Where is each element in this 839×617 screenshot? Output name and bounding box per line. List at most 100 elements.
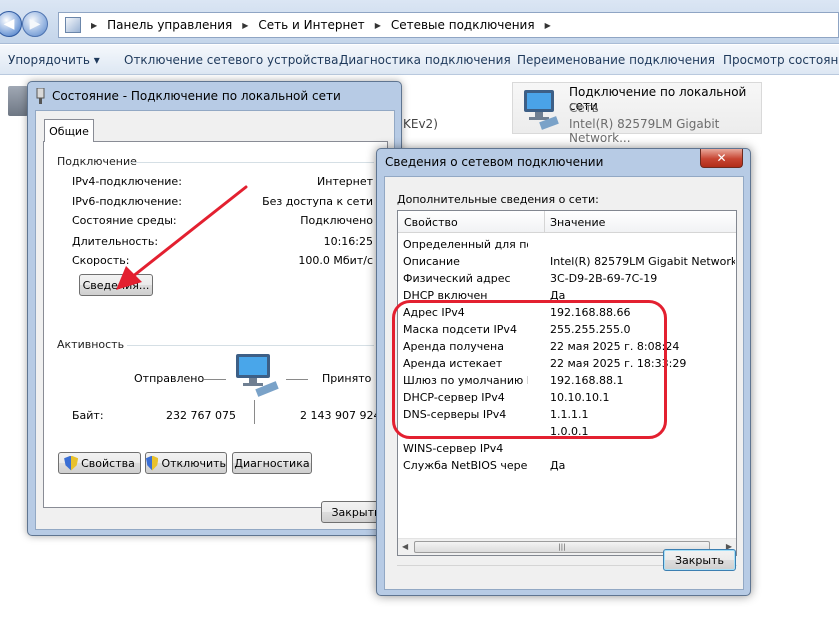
list-row[interactable]: Определенный для по... — [398, 236, 736, 253]
speed-value: 100.0 Мбит/с — [298, 254, 373, 267]
row-property: DHCP включен — [403, 289, 488, 302]
media-state-value: Подключено — [300, 214, 373, 227]
bytes-sent-value: 232 767 075 — [166, 409, 236, 422]
chevron-right-icon[interactable]: ▶ — [375, 21, 381, 30]
list-row[interactable]: Адрес IPv4 192.168.88.66 — [398, 304, 736, 321]
tab-general-label: Общие — [49, 124, 89, 138]
details-dialog: Сведения о сетевом подключении ✕ Дополни… — [376, 148, 751, 596]
hidden-adapter-label: KEv2) — [403, 117, 438, 131]
back-button[interactable]: ◀ — [0, 11, 22, 37]
close-button-label: Закрыть — [331, 505, 381, 519]
details-close-button-label: Закрыть — [675, 553, 724, 567]
list-row[interactable]: DNS-серверы IPv4 1.1.1.1 — [398, 406, 736, 423]
organize-menu[interactable]: Упорядочить ▾ — [8, 53, 100, 67]
column-header-property[interactable]: Свойство — [404, 216, 458, 229]
list-row[interactable]: Шлюз по умолчанию IP... 192.168.88.1 — [398, 372, 736, 389]
status-dialog-client: Общие Подключение IPv4-подключение: Инте… — [35, 110, 395, 530]
network-adapter-icon — [524, 90, 559, 130]
sent-line — [204, 379, 226, 380]
grip-icon: ||| — [558, 543, 566, 551]
network-plug-icon — [36, 88, 45, 104]
bytes-label: Байт: — [72, 409, 104, 422]
diagnose-button-label: Диагностика — [234, 456, 310, 470]
duration-label: Длительность: — [72, 235, 159, 248]
breadcrumb-network-internet[interactable]: Сеть и Интернет — [258, 18, 364, 32]
list-row[interactable]: DHCP включен Да — [398, 287, 736, 304]
control-panel-icon — [65, 17, 81, 33]
view-status-button[interactable]: Просмотр состояния — [723, 53, 839, 67]
tab-general[interactable]: Общие — [44, 119, 94, 142]
list-row[interactable]: WINS-сервер IPv4 — [398, 440, 736, 457]
window-close-button[interactable]: ✕ — [700, 149, 743, 168]
close-icon: ✕ — [716, 151, 727, 165]
received-line — [286, 379, 308, 380]
connection-group-title: Подключение — [57, 155, 137, 168]
diagnose-connection-button[interactable]: Диагностика подключения — [339, 53, 511, 67]
activity-group-title: Активность — [57, 338, 125, 351]
breadcrumb-control-panel[interactable]: Панель управления — [107, 18, 232, 32]
details-button[interactable]: Сведения... — [79, 274, 153, 296]
scroll-left-icon[interactable]: ◀ — [402, 542, 408, 551]
details-button-label: Сведения... — [82, 278, 150, 292]
column-header-value[interactable]: Значение — [550, 216, 605, 229]
list-row[interactable]: Аренда получена 22 мая 2025 г. 8:08:24 — [398, 338, 736, 355]
duration-value: 10:16:25 — [323, 235, 373, 248]
breadcrumb[interactable]: ▶ Панель управления ▶ Сеть и Интернет ▶ … — [58, 12, 839, 38]
bytes-received-value: 2 143 907 924 — [300, 409, 381, 422]
row-value: Intel(R) 82579LM Gigabit Network Conne — [550, 255, 735, 268]
row-value: 1.1.1.1 — [550, 408, 589, 421]
row-property: WINS-сервер IPv4 — [403, 442, 504, 455]
row-value: 192.168.88.66 — [550, 306, 631, 319]
row-property: Шлюз по умолчанию IP... — [403, 374, 528, 387]
list-header: Свойство Значение — [398, 211, 736, 233]
details-list[interactable]: Свойство Значение Определенный для по...… — [397, 210, 737, 556]
adapter-tile[interactable]: Подключение по локальной сети Сеть Intel… — [512, 82, 762, 145]
row-value: 255.255.255.0 — [550, 323, 631, 336]
list-row[interactable]: Аренда истекает 22 мая 2025 г. 18:33:29 — [398, 355, 736, 372]
details-close-button[interactable]: Закрыть — [663, 549, 736, 571]
list-row[interactable]: Маска подсети IPv4 255.255.255.0 — [398, 321, 736, 338]
row-value: 22 мая 2025 г. 8:08:24 — [550, 340, 680, 353]
command-bar: Упорядочить ▾ Отключение сетевого устрой… — [0, 45, 839, 75]
shield-icon — [146, 455, 159, 471]
back-arrow-icon: ◀ — [3, 16, 15, 32]
list-row[interactable]: Физический адрес 3C-D9-2B-69-7C-19 — [398, 270, 736, 287]
chevron-right-icon[interactable]: ▶ — [545, 21, 551, 30]
divider — [129, 162, 374, 163]
rename-connection-button[interactable]: Переименование подключения — [517, 53, 715, 67]
adapter-icon[interactable] — [8, 86, 28, 116]
properties-button-label: Свойства — [81, 456, 135, 470]
network-activity-icon — [236, 354, 279, 397]
status-dialog-title: Состояние - Подключение по локальной сет… — [52, 89, 341, 103]
disable-device-button[interactable]: Отключение сетевого устройства — [124, 53, 338, 67]
chevron-right-icon[interactable]: ▶ — [91, 21, 97, 30]
forward-button[interactable]: ▶ — [22, 11, 48, 37]
adapter-status: Сеть — [569, 101, 599, 115]
chevron-right-icon[interactable]: ▶ — [242, 21, 248, 30]
breadcrumb-network-connections[interactable]: Сетевые подключения — [391, 18, 535, 32]
disable-button-label: Отключить — [161, 456, 226, 470]
ipv4-connectivity-value: Интернет — [317, 175, 373, 188]
address-bar: ◀ ▶ ▶ Панель управления ▶ Сеть и Интерне… — [0, 0, 839, 44]
disable-button[interactable]: Отключить — [145, 452, 227, 474]
list-row[interactable]: DHCP-сервер IPv4 10.10.10.1 — [398, 389, 736, 406]
properties-button[interactable]: Свойства — [58, 452, 141, 474]
details-dialog-titlebar[interactable]: Сведения о сетевом подключении — [385, 155, 603, 169]
general-tab-panel: Подключение IPv4-подключение: Интернет I… — [43, 141, 388, 508]
row-value: Да — [550, 289, 566, 302]
list-row[interactable]: Описание Intel(R) 82579LM Gigabit Network… — [398, 253, 736, 270]
row-value: Да — [550, 459, 566, 472]
shield-icon — [64, 455, 79, 471]
row-property: Маска подсети IPv4 — [403, 323, 517, 336]
status-dialog-titlebar[interactable]: Состояние - Подключение по локальной сет… — [36, 88, 341, 104]
column-separator[interactable] — [544, 211, 545, 233]
row-property: Определенный для по... — [403, 238, 528, 251]
divider — [127, 345, 374, 346]
row-value: 1.0.0.1 — [550, 425, 589, 438]
diagnose-button[interactable]: Диагностика — [232, 452, 312, 474]
details-caption: Дополнительные сведения о сети: — [397, 193, 599, 206]
list-row[interactable]: Служба NetBIOS черес... Да — [398, 457, 736, 474]
activity-divider — [254, 400, 255, 424]
list-row[interactable]: 1.0.0.1 — [398, 423, 736, 440]
row-value: 10.10.10.1 — [550, 391, 610, 404]
